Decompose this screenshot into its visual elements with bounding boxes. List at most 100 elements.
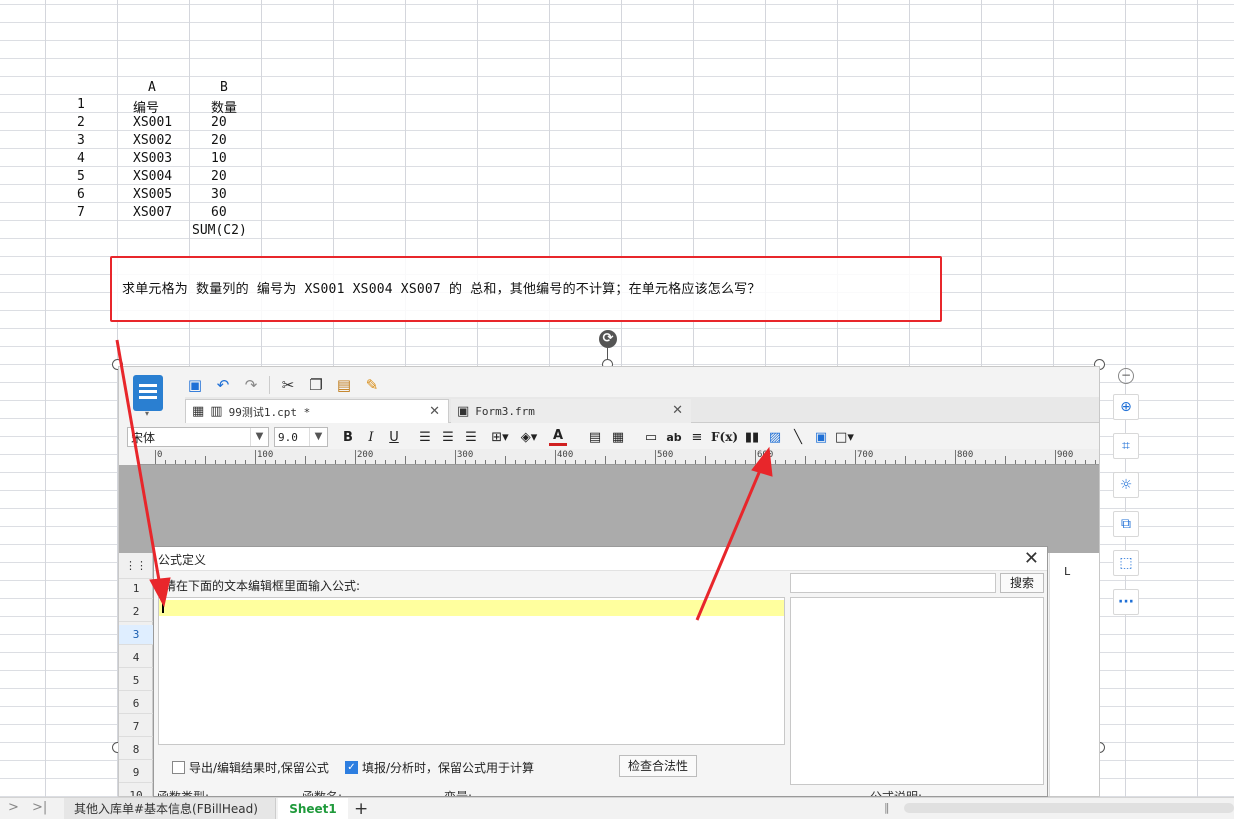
chevron-down-icon[interactable]: ▼	[309, 428, 327, 446]
format-brush-icon[interactable]: ✎	[362, 375, 382, 395]
close-icon[interactable]: ✕	[672, 403, 683, 418]
search-button[interactable]: 搜索	[1000, 573, 1044, 593]
row-headers: 1 2 3 4 5 6 7 8 9 10 ⋮⋮	[119, 553, 153, 796]
table-cell-qty: 数量	[211, 101, 238, 116]
ruler-tick	[755, 450, 756, 464]
chevron-down-icon[interactable]: ▼	[250, 428, 268, 446]
underline-icon[interactable]: U	[385, 430, 403, 445]
redo-icon[interactable]: ↷	[241, 375, 261, 395]
more-icon[interactable]: ···	[1113, 589, 1139, 615]
align-left-icon[interactable]: ☰	[416, 430, 434, 445]
keep-formula-export-option[interactable]: 导出/编辑结果时,保留公式	[172, 759, 329, 776]
ruler-tick	[885, 460, 886, 464]
paste-icon[interactable]: ▤	[334, 375, 354, 395]
slash-icon[interactable]: ╲	[789, 430, 807, 445]
scroll-split-icon[interactable]: ‖	[884, 801, 890, 814]
prev-sheet-icon[interactable]: >	[8, 800, 19, 815]
tab-form3-frm[interactable]: ▣ Form3.frm ✕	[451, 399, 691, 423]
ruler-tick	[325, 460, 326, 464]
row-header[interactable]: 1	[119, 579, 153, 599]
italic-icon[interactable]: I	[362, 430, 380, 445]
sum-formula-cell[interactable]: SUM(C2)	[192, 223, 247, 238]
tab-99test1-cpt[interactable]: ▦ ▥ 99测试1.cpt * ✕	[185, 399, 449, 423]
design-canvas[interactable]: ⊘ ✎	[119, 465, 1099, 608]
font-name-select[interactable]: 宋体 ▼	[127, 427, 269, 447]
ruler-tick	[905, 456, 906, 464]
table-cell-qty: 20	[211, 169, 227, 184]
font-size-select[interactable]: 9.0 ▼	[274, 427, 328, 447]
ruler-tick	[255, 450, 256, 464]
paragraph-icon[interactable]: ≡	[688, 430, 706, 445]
table-row-number: 2	[77, 115, 85, 130]
bold-icon[interactable]: B	[339, 430, 357, 445]
subreport-icon[interactable]: ▣	[812, 430, 830, 445]
last-sheet-icon[interactable]: >|	[32, 800, 47, 815]
image-icon[interactable]: ▨	[766, 430, 784, 445]
ruler-tick	[895, 460, 896, 464]
formula-editor[interactable]	[158, 597, 785, 745]
undo-icon[interactable]: ↶	[213, 375, 233, 395]
function-search-input[interactable]	[790, 573, 996, 593]
scissors-icon[interactable]: ✂	[278, 375, 298, 395]
row-header[interactable]: 4	[119, 648, 153, 668]
ruler-tick	[985, 460, 986, 464]
crop-icon[interactable]: ⌗	[1113, 433, 1139, 459]
image-convert-icon[interactable]: ⧉	[1113, 511, 1139, 537]
validate-formula-button[interactable]: 检查合法性	[619, 755, 697, 777]
zoom-in-icon[interactable]: ⊕	[1113, 394, 1139, 420]
align-right-icon[interactable]: ☰	[462, 430, 480, 445]
horizontal-scrollbar[interactable]	[904, 803, 1234, 813]
ruler-tick	[545, 460, 546, 464]
more-shapes-icon[interactable]: □▾	[835, 430, 854, 445]
ruler-tick	[335, 460, 336, 464]
close-icon[interactable]: ✕	[429, 404, 440, 419]
sheet-tab-fbillhead[interactable]: 其他入库单#基本信息(FBillHead)	[64, 798, 276, 819]
ruler-tick	[225, 460, 226, 464]
ruler-tick	[425, 460, 426, 464]
align-center-icon[interactable]: ☰	[439, 430, 457, 445]
question-annotation-box: 求单元格为 数量列的 编号为 XS001 XS004 XS007 的 总和，其他…	[110, 256, 942, 322]
row-header[interactable]: 10	[119, 786, 153, 796]
row-header[interactable]: 6	[119, 694, 153, 714]
ruler-tick	[855, 450, 856, 464]
split-cells-icon[interactable]: ▦	[609, 430, 627, 445]
ruler-tick	[1015, 460, 1016, 464]
ruler-tick	[345, 460, 346, 464]
bar-chart-icon[interactable]: ▮▮	[743, 430, 761, 445]
ruler-label: 200	[357, 450, 374, 460]
row-header[interactable]: 2	[119, 602, 153, 622]
ruler-tick	[515, 460, 516, 464]
save-icon[interactable]: ▣	[185, 375, 205, 395]
ruler-tick	[285, 460, 286, 464]
document-tabbar: ▦ ▥ 99测试1.cpt * ✕ ▣ Form3.frm ✕	[185, 397, 1099, 423]
fill-color-icon[interactable]: ◈▾	[520, 430, 538, 445]
ruler-tick	[495, 460, 496, 464]
function-icon[interactable]: F(x)	[711, 430, 738, 444]
row-header[interactable]: 8	[119, 740, 153, 760]
collapse-icon[interactable]: −	[1118, 368, 1134, 384]
ruler-tick	[695, 460, 696, 464]
close-icon[interactable]: ✕	[1024, 548, 1039, 569]
row-header[interactable]: 3	[119, 625, 153, 645]
insert-row-icon[interactable]: ▭	[642, 430, 660, 445]
rotate-handle-icon[interactable]: ⟳	[599, 330, 617, 348]
row-header[interactable]: 7	[119, 717, 153, 737]
ruler-tick	[415, 460, 416, 464]
select-all-corner-icon[interactable]: ⋮⋮	[119, 553, 153, 579]
font-color-icon[interactable]: A	[549, 428, 567, 446]
row-header[interactable]: 9	[119, 763, 153, 783]
keep-formula-calc-option[interactable]: ✓ 填报/分析时，保留公式用于计算	[345, 759, 534, 776]
merge-cells-icon[interactable]: ▤	[586, 430, 604, 445]
image-select-icon[interactable]: ⬚	[1113, 550, 1139, 576]
row-header[interactable]: 5	[119, 671, 153, 691]
keep-formula-export-checkbox[interactable]	[172, 761, 185, 774]
keep-formula-calc-checkbox[interactable]: ✓	[345, 761, 358, 774]
keep-formula-export-label: 导出/编辑结果时,保留公式	[189, 761, 329, 775]
copy-icon[interactable]: ❐	[306, 375, 326, 395]
add-sheet-button[interactable]: +	[354, 798, 368, 819]
text-ab-icon[interactable]: ab	[665, 431, 683, 444]
lightbulb-icon[interactable]: ☼	[1113, 472, 1139, 498]
function-list-panel[interactable]	[790, 597, 1044, 785]
sheet-tab-sheet1[interactable]: Sheet1	[278, 798, 348, 819]
border-icon[interactable]: ⊞▾	[491, 430, 509, 445]
